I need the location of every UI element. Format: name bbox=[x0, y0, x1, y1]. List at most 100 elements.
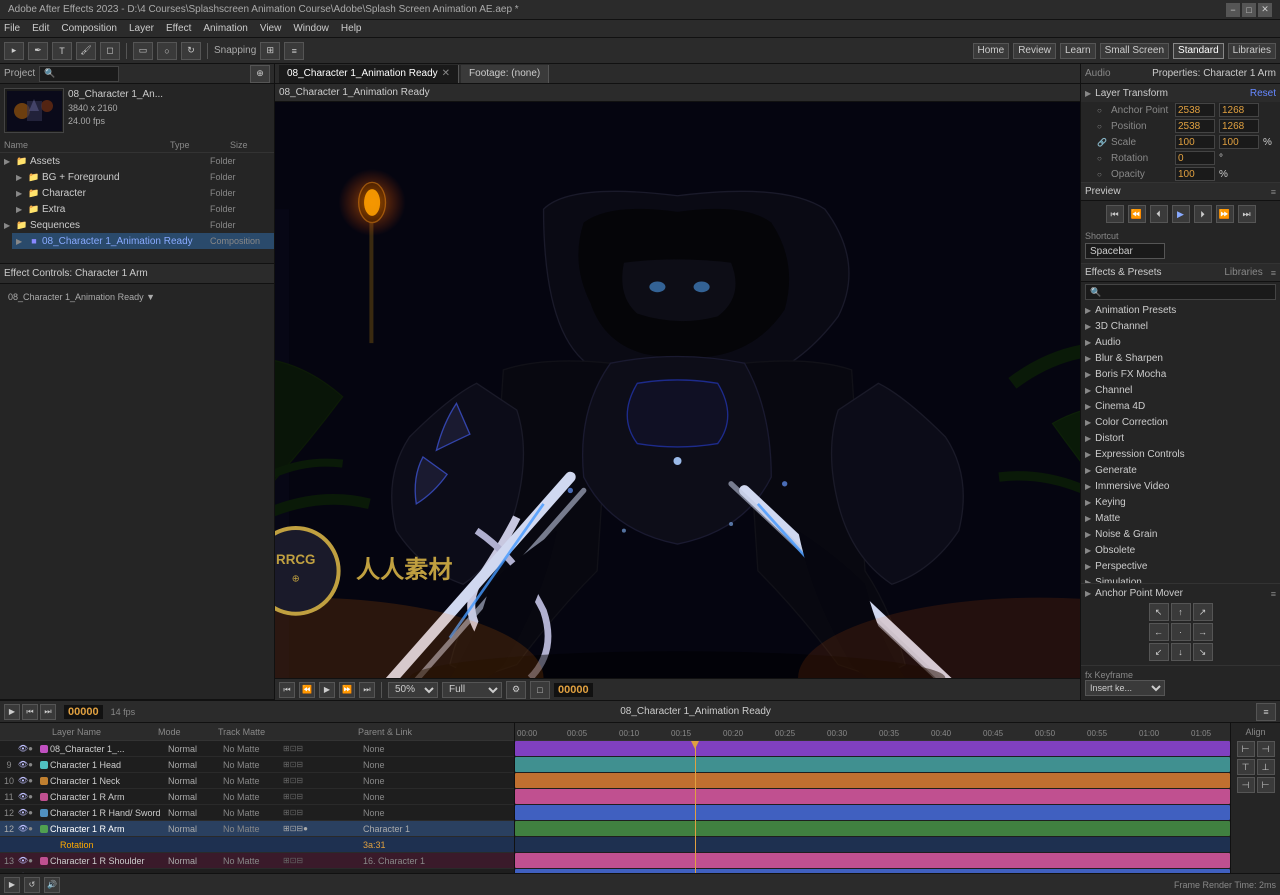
scale-y[interactable] bbox=[1219, 135, 1259, 149]
btn-play[interactable]: ▶ bbox=[319, 682, 335, 698]
prev-fwd[interactable]: ⏩ bbox=[1216, 205, 1234, 223]
align-vcenter[interactable]: ⊥ bbox=[1257, 759, 1275, 775]
file-bg-foreground[interactable]: ▶ 📁 BG + Foreground Folder bbox=[12, 169, 274, 185]
tool-select[interactable]: ▸ bbox=[4, 42, 24, 60]
effect-cat-keying[interactable]: ▶Keying bbox=[1081, 494, 1280, 510]
effect-cat-immersive[interactable]: ▶Immersive Video bbox=[1081, 478, 1280, 494]
menu-layer[interactable]: Layer bbox=[129, 23, 154, 34]
layer-row-rhand[interactable]: 12 👁 ● Character 1 R Hand/ Sword Normal … bbox=[0, 805, 514, 821]
anchor-tr[interactable]: ↗ bbox=[1193, 603, 1213, 621]
workspace-standard[interactable]: Standard bbox=[1173, 43, 1224, 59]
anchor-mc[interactable]: · bbox=[1171, 623, 1191, 641]
layer-row-rarm2[interactable]: 12 👁 ● Character 1 R Arm Normal No Matte… bbox=[0, 821, 514, 837]
workspace-libraries[interactable]: Libraries bbox=[1228, 43, 1276, 59]
tool-eraser[interactable]: ◻ bbox=[100, 42, 120, 60]
effect-cat-perspective[interactable]: ▶Perspective bbox=[1081, 558, 1280, 574]
menu-composition[interactable]: Composition bbox=[61, 23, 117, 34]
effect-cat-obsolete[interactable]: ▶Obsolete bbox=[1081, 542, 1280, 558]
menu-edit[interactable]: Edit bbox=[32, 23, 49, 34]
layer-row-rshoulder[interactable]: 13 👁 ● Character 1 R Shoulder Normal No … bbox=[0, 853, 514, 869]
layer-row-rotation[interactable]: Rotation 3a:31 bbox=[0, 837, 514, 853]
btn-last-frame[interactable]: ⏭ bbox=[359, 682, 375, 698]
workspace-small-screen[interactable]: Small Screen bbox=[1100, 43, 1169, 59]
align-left[interactable]: ⊢ bbox=[1237, 741, 1255, 757]
anchor-tc[interactable]: ↑ bbox=[1171, 603, 1191, 621]
position-x[interactable] bbox=[1175, 119, 1215, 133]
viewer-options[interactable]: ⚙ bbox=[506, 681, 526, 699]
effect-cat-matte[interactable]: ▶Matte bbox=[1081, 510, 1280, 526]
effect-cat-3d[interactable]: ▶3D Channel bbox=[1081, 318, 1280, 334]
align-top[interactable]: ⊤ bbox=[1237, 759, 1255, 775]
effect-cat-simulation[interactable]: ▶Simulation bbox=[1081, 574, 1280, 583]
effect-cat-blur[interactable]: ▶Blur & Sharpen bbox=[1081, 350, 1280, 366]
tool-shape-ellipse[interactable]: ○ bbox=[157, 42, 177, 60]
reset-btn[interactable]: Reset bbox=[1250, 88, 1276, 99]
layer-transform-header[interactable]: ▶ Layer Transform Reset bbox=[1081, 84, 1280, 102]
kf-insert-select[interactable]: Insert ke... bbox=[1085, 680, 1165, 696]
prev-last[interactable]: ⏭ bbox=[1238, 205, 1256, 223]
comp-tab-footage[interactable]: Footage: (none) bbox=[461, 65, 549, 83]
maximize-btn[interactable]: □ bbox=[1242, 3, 1256, 17]
comp-tab-active[interactable]: 08_Character 1_Animation Ready ✕ bbox=[279, 65, 459, 83]
snapping-toggle[interactable]: ⊞ bbox=[260, 42, 280, 60]
anchor-mr[interactable]: → bbox=[1193, 623, 1213, 641]
layer-row-comp[interactable]: 👁 ● 08_Character 1_... Normal No Matte ⊞… bbox=[0, 741, 514, 757]
align-right[interactable]: ⊣ bbox=[1237, 777, 1255, 793]
shortcut-input[interactable] bbox=[1085, 243, 1165, 259]
layer-row-rarm[interactable]: 11 👁 ● Character 1 R Arm Normal No Matte… bbox=[0, 789, 514, 805]
anchor-y[interactable] bbox=[1219, 103, 1259, 117]
effect-cat-animation[interactable]: ▶Animation Presets bbox=[1081, 302, 1280, 318]
workspace-review[interactable]: Review bbox=[1013, 43, 1056, 59]
workspace-learn[interactable]: Learn bbox=[1060, 43, 1096, 59]
btn-next-frame[interactable]: ⏩ bbox=[339, 682, 355, 698]
file-sequences[interactable]: ▶ 📁 Sequences Folder bbox=[0, 217, 274, 233]
align-hcenter[interactable]: ⊣ bbox=[1257, 741, 1275, 757]
project-search[interactable]: 🔍 bbox=[39, 66, 119, 82]
effects-search[interactable]: 🔍 bbox=[1085, 284, 1276, 300]
anchor-x[interactable] bbox=[1175, 103, 1215, 117]
prev-play[interactable]: ▶ bbox=[1172, 205, 1190, 223]
prev-first[interactable]: ⏮ bbox=[1106, 205, 1124, 223]
snapping-options[interactable]: ≡ bbox=[284, 42, 304, 60]
tl-next[interactable]: ⏭ bbox=[40, 704, 56, 720]
menu-animation[interactable]: Animation bbox=[203, 23, 247, 34]
effect-cat-distort[interactable]: ▶Distort bbox=[1081, 430, 1280, 446]
file-anim-ready[interactable]: ▶ ■ 08_Character 1_Animation Ready Compo… bbox=[12, 233, 274, 249]
tl-settings[interactable]: ≡ bbox=[1256, 703, 1276, 721]
viewer-toggle[interactable]: □ bbox=[530, 681, 550, 699]
layer-row-neck[interactable]: 10 👁 ● Character 1 Neck Normal No Matte … bbox=[0, 773, 514, 789]
btn-first-frame[interactable]: ⏮ bbox=[279, 682, 295, 698]
rotation-val[interactable] bbox=[1175, 151, 1215, 165]
tool-pen[interactable]: ✒ bbox=[28, 42, 48, 60]
align-bottom[interactable]: ⊢ bbox=[1257, 777, 1275, 793]
menu-view[interactable]: View bbox=[260, 23, 282, 34]
tool-rotate[interactable]: ↻ bbox=[181, 42, 201, 60]
prev-back-one[interactable]: ⏴ bbox=[1150, 205, 1168, 223]
effect-cat-expression[interactable]: ▶Expression Controls bbox=[1081, 446, 1280, 462]
tl-prev[interactable]: ⏮ bbox=[22, 704, 38, 720]
tool-shape-rect[interactable]: ▭ bbox=[133, 42, 153, 60]
layer-row-head[interactable]: 9 👁 ● Character 1 Head Normal No Matte ⊞… bbox=[0, 757, 514, 773]
scale-x[interactable] bbox=[1175, 135, 1215, 149]
effect-cat-color[interactable]: ▶Color Correction bbox=[1081, 414, 1280, 430]
file-assets[interactable]: ▶ 📁 Assets Folder bbox=[0, 153, 274, 169]
resolution-select[interactable]: FullHalfQuarter bbox=[442, 682, 502, 698]
btn-prev-frame[interactable]: ⏪ bbox=[299, 682, 315, 698]
tl-bottom-loop[interactable]: ↺ bbox=[24, 877, 40, 893]
anchor-bc[interactable]: ↓ bbox=[1171, 643, 1191, 661]
anchor-ml[interactable]: ← bbox=[1149, 623, 1169, 641]
tl-bottom-mute[interactable]: 🔊 bbox=[44, 877, 60, 893]
anchor-br[interactable]: ↘ bbox=[1193, 643, 1213, 661]
prev-fwd-one[interactable]: ⏵ bbox=[1194, 205, 1212, 223]
effect-cat-cinema4d[interactable]: ▶Cinema 4D bbox=[1081, 398, 1280, 414]
effect-cat-generate[interactable]: ▶Generate bbox=[1081, 462, 1280, 478]
project-icon-new[interactable]: ⊕ bbox=[250, 65, 270, 83]
menu-window[interactable]: Window bbox=[293, 23, 329, 34]
menu-file[interactable]: File bbox=[4, 23, 20, 34]
zoom-select[interactable]: 50%100%Fit bbox=[388, 682, 438, 698]
effect-cat-channel[interactable]: ▶Channel bbox=[1081, 382, 1280, 398]
prev-back[interactable]: ⏪ bbox=[1128, 205, 1146, 223]
menu-effect[interactable]: Effect bbox=[166, 23, 191, 34]
anchor-bl[interactable]: ↙ bbox=[1149, 643, 1169, 661]
menu-help[interactable]: Help bbox=[341, 23, 362, 34]
